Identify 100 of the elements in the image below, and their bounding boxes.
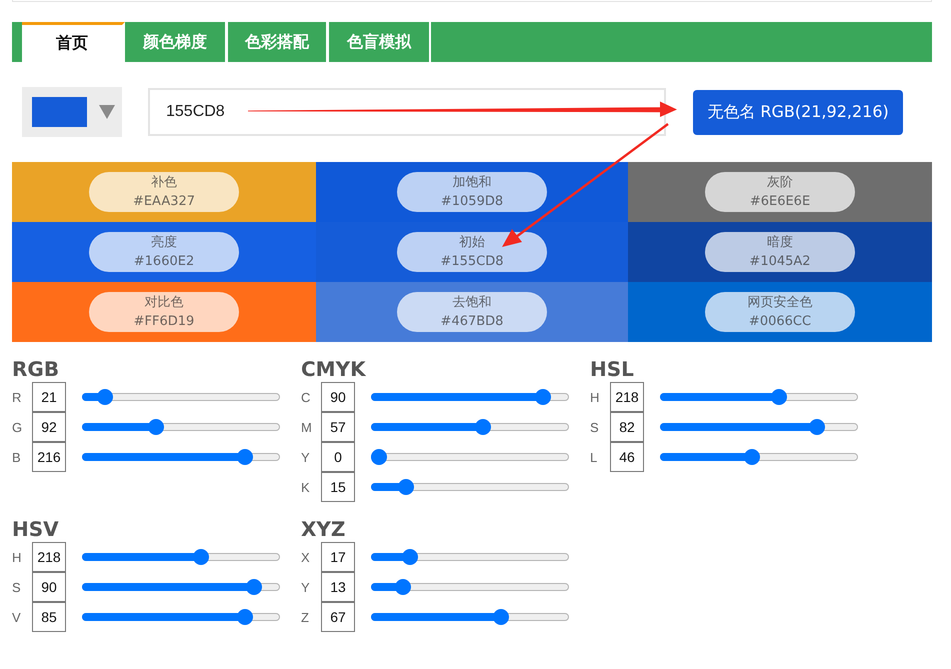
channel-label: S	[12, 580, 22, 594]
channel-label: R	[12, 390, 22, 404]
color-tile[interactable]: 初始 #155CD8	[316, 222, 628, 282]
section-heading: RGB	[12, 356, 60, 382]
channel-label: H	[12, 550, 22, 564]
hex-code: #6E6E6E	[750, 193, 810, 211]
hex-code: #1045A2	[749, 253, 811, 271]
value-field[interactable]: 13	[321, 572, 355, 602]
slider-thumb[interactable]	[96, 389, 113, 405]
slider-thumb[interactable]	[771, 389, 788, 405]
swatch-name: 灰阶	[767, 174, 793, 192]
value-field[interactable]: 82	[610, 412, 644, 442]
section-heading: CMYK	[301, 356, 367, 382]
hex-code: #467BD8	[440, 313, 504, 331]
hex-code: #155CD8	[440, 253, 504, 271]
slider-thumb[interactable]	[371, 449, 387, 465]
tab[interactable]: 首页	[22, 22, 125, 62]
slider-thumb[interactable]	[236, 449, 253, 465]
slider-track[interactable]	[660, 449, 858, 465]
channel-label: H	[590, 390, 600, 404]
value-field[interactable]: 90	[321, 382, 355, 412]
channel-label: V	[12, 610, 22, 624]
slider-track[interactable]	[371, 449, 569, 465]
slider-track[interactable]	[82, 579, 280, 595]
slider-thumb[interactable]	[744, 449, 760, 465]
swatch-name: 初始	[459, 234, 485, 252]
slider-thumb[interactable]	[398, 479, 414, 495]
slider-track[interactable]	[371, 419, 569, 435]
value-field[interactable]: 15	[321, 472, 355, 502]
slider-thumb[interactable]	[193, 549, 210, 565]
value-field[interactable]: 67	[321, 602, 355, 632]
color-tile[interactable]: 加饱和 #1059D8	[316, 162, 628, 222]
slider-track[interactable]	[371, 389, 569, 405]
value-field[interactable]: 57	[321, 412, 355, 442]
color-tile[interactable]: 暗度 #1045A2	[628, 222, 932, 282]
color-tile[interactable]: 亮度 #1660E2	[12, 222, 316, 282]
channel-label: B	[12, 450, 22, 464]
swatch-name: 加饱和	[452, 174, 492, 192]
value-field[interactable]: 17	[321, 542, 355, 572]
slider-track[interactable]	[371, 609, 569, 625]
color-tile[interactable]: 灰阶 #6E6E6E	[628, 162, 932, 222]
channel-label: S	[590, 420, 600, 434]
value-field[interactable]: 46	[610, 442, 644, 472]
slider-thumb[interactable]	[246, 579, 262, 595]
value-field[interactable]: 216	[32, 442, 66, 472]
slider-track[interactable]	[82, 419, 280, 435]
slider-track[interactable]	[82, 609, 280, 625]
channel-label: Z	[301, 610, 310, 624]
color-tile[interactable]: 去饱和 #467BD8	[316, 282, 628, 342]
color-tile[interactable]: 网页安全色 #0066CC	[628, 282, 932, 342]
slider-thumb[interactable]	[809, 419, 826, 435]
swatch-name: 暗度	[767, 234, 793, 252]
slider-thumb[interactable]	[236, 609, 253, 625]
slider-thumb[interactable]	[402, 549, 418, 565]
hex-code: #1059D8	[440, 193, 504, 211]
slider-track[interactable]	[82, 549, 280, 565]
swatch-name: 网页安全色	[748, 294, 812, 312]
hex-code: #FF6D19	[134, 313, 194, 331]
slider-thumb[interactable]	[474, 419, 491, 435]
channel-label: C	[301, 390, 312, 404]
slider-track[interactable]	[660, 419, 858, 435]
swatch-name: 亮度	[151, 234, 177, 252]
hex-input-field[interactable]: 155CD8	[148, 88, 666, 136]
slider-track[interactable]	[371, 549, 569, 565]
color-tile[interactable]: 对比色 #FF6D19	[12, 282, 316, 342]
slider-track[interactable]	[82, 449, 280, 465]
hex-code: #1660E2	[134, 253, 194, 271]
section-heading: XYZ	[301, 516, 346, 542]
slider-thumb[interactable]	[394, 579, 411, 595]
slider-thumb[interactable]	[492, 609, 509, 625]
section-heading: HSL	[590, 356, 635, 382]
value-field[interactable]: 90	[32, 572, 66, 602]
color-picker-button[interactable]	[22, 87, 122, 137]
channel-label: Y	[301, 450, 311, 464]
value-field[interactable]: 85	[32, 602, 66, 632]
value-field[interactable]: 92	[32, 412, 66, 442]
slider-track[interactable]	[371, 479, 569, 495]
value-field[interactable]: 0	[321, 442, 355, 472]
color-name-button[interactable]: 无色名 RGB(21,92,216)	[693, 90, 903, 134]
value-field[interactable]: 21	[32, 382, 66, 412]
swatch-name: 补色	[151, 174, 177, 192]
slider-track[interactable]	[660, 389, 858, 405]
channel-label: M	[301, 420, 313, 434]
slider-track[interactable]	[82, 389, 280, 405]
channel-label: G	[12, 420, 24, 434]
caret-icon	[99, 105, 115, 119]
hex-code: #0066CC	[748, 313, 812, 331]
value-field[interactable]: 218	[610, 382, 644, 412]
swatch-name: 对比色	[144, 294, 184, 312]
swatch-name: 去饱和	[452, 294, 492, 312]
slider-track[interactable]	[371, 579, 569, 595]
channel-label: X	[301, 550, 311, 564]
slider-thumb[interactable]	[148, 419, 164, 435]
channel-label: Y	[301, 580, 311, 594]
section-heading: HSV	[12, 516, 60, 542]
value-field[interactable]: 218	[32, 542, 66, 572]
channel-label: K	[301, 480, 311, 494]
slider-thumb[interactable]	[534, 389, 551, 405]
hex-code: #EAA327	[132, 193, 196, 211]
color-tile[interactable]: 补色 #EAA327	[12, 162, 316, 222]
